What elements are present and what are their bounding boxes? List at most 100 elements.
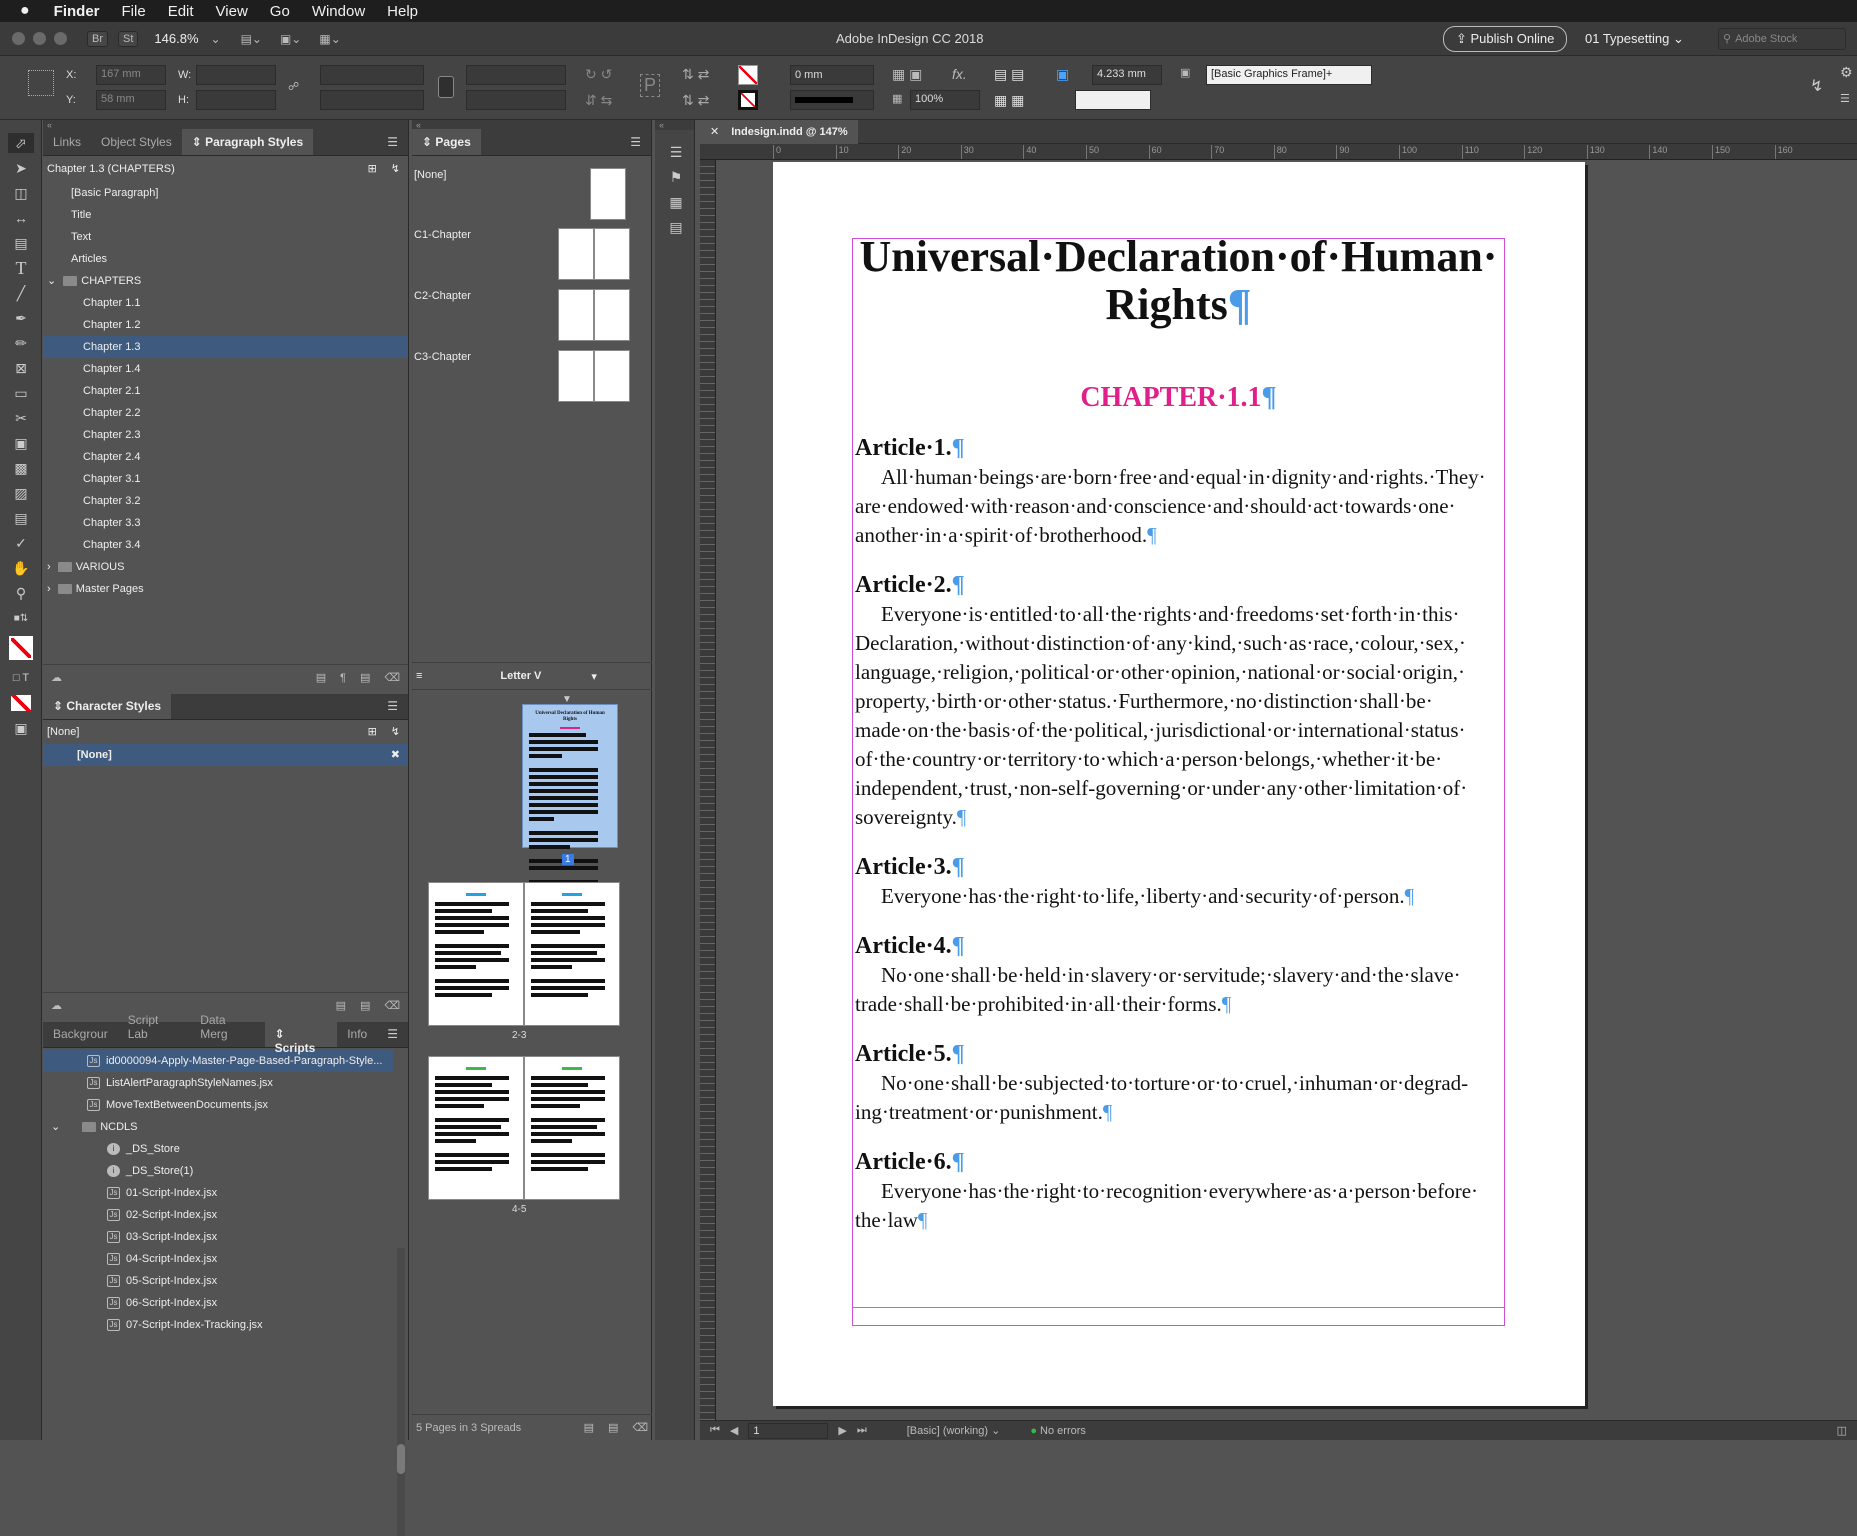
menu-help[interactable]: Help	[387, 3, 418, 20]
free-transform-tool-icon[interactable]: ▣	[8, 433, 34, 453]
scale-x-field[interactable]	[320, 65, 424, 85]
paragraph-style-item[interactable]: Chapter 3.3	[43, 512, 408, 534]
reference-point-icon[interactable]	[28, 70, 54, 96]
delete-page-icon[interactable]: ⌫	[632, 1421, 648, 1434]
page-tool-icon[interactable]: ◫	[8, 183, 34, 203]
rectangle-tool-icon[interactable]: ▭	[8, 383, 34, 403]
chevron-right-icon[interactable]: ›	[47, 583, 54, 595]
new-page-icon[interactable]: ▤	[608, 1421, 618, 1434]
paragraph-style-item[interactable]: Chapter 1.3	[43, 336, 408, 358]
bridge-button[interactable]: Br	[87, 30, 108, 47]
paragraph-style-item[interactable]: Chapter 1.1	[43, 292, 408, 314]
last-page-icon[interactable]: ⏭	[857, 1424, 867, 1437]
master-c2-chapter[interactable]: C2-Chapter	[414, 285, 640, 341]
panel-menu-icon[interactable]: ☰	[377, 693, 408, 719]
panel-menu-icon[interactable]: ☰	[1840, 92, 1850, 105]
horizontal-ruler[interactable]: 0 10 20 30 40 50 60 70 80 90 100 110 120 130 140 150 160	[700, 144, 1857, 160]
panel-menu-icon[interactable]: ☰	[620, 129, 651, 155]
paragraph-style-item[interactable]: Chapter 3.4	[43, 534, 408, 556]
delete-icon[interactable]: ⌫	[384, 671, 400, 684]
bookmark-icon[interactable]: ⚑	[663, 167, 689, 187]
lightning-icon[interactable]: ↯	[1810, 76, 1823, 96]
script-item[interactable]: Js 01-Script-Index.jsx	[43, 1182, 393, 1204]
page-4-thumbnail[interactable]	[428, 1056, 524, 1200]
selection-tool-icon[interactable]: ⬀	[8, 133, 34, 153]
split-window-icon[interactable]: ◫	[1837, 1424, 1847, 1437]
x-field[interactable]: 167 mm	[96, 65, 166, 85]
script-item[interactable]: Js 05-Script-Index.jsx	[43, 1270, 393, 1292]
master-none[interactable]: [None]	[414, 164, 640, 220]
article-text[interactable]: No·one·shall·be·subjected·to·torture·or·…	[855, 1069, 1502, 1127]
delete-icon[interactable]: ⌫	[384, 999, 400, 1012]
type-tool-icon[interactable]: T	[8, 258, 34, 278]
new-style-icon[interactable]: ▤	[360, 999, 370, 1012]
content-collector-icon[interactable]: ▤	[8, 233, 34, 253]
paragraph-style-item[interactable]: Chapter 3.2	[43, 490, 408, 512]
text-frame[interactable]: Universal·Declaration·of·Human· Rights¶ …	[852, 233, 1505, 1326]
frame-fitting-icon[interactable]: ▦ ▣	[892, 66, 922, 83]
script-item[interactable]: Js MoveTextBetweenDocuments.jsx	[43, 1094, 393, 1116]
menu-edit[interactable]: Edit	[168, 3, 194, 20]
select-content-icon[interactable]: ⇅ ⇄	[682, 92, 709, 109]
scripts-scrollbar[interactable]	[397, 1248, 405, 1536]
pencil-tool-icon[interactable]: ✏	[8, 333, 34, 353]
page-3-thumbnail[interactable]	[524, 882, 620, 1026]
arrange-documents-icon[interactable]: ▦⌄	[319, 32, 340, 46]
paragraph-style-item[interactable]: Text	[43, 226, 408, 248]
new-style-icon[interactable]: ▤	[360, 671, 370, 684]
article-text[interactable]: No·one·shall·be·held·in·slavery·or·servi…	[855, 961, 1502, 1019]
close-icon[interactable]: ✕	[710, 125, 719, 138]
object-style-dropdown[interactable]: [Basic Graphics Frame]+	[1206, 65, 1372, 85]
rectangle-frame-tool-icon[interactable]: ⊠	[8, 358, 34, 378]
apple-icon[interactable]: ●	[20, 2, 30, 20]
no-errors-status[interactable]: ● No errors	[1030, 1425, 1086, 1437]
chevron-down-icon[interactable]: ⌄	[211, 32, 221, 46]
clear-icon[interactable]: ✖	[391, 744, 400, 766]
cloud-icon[interactable]: ☁	[51, 671, 62, 684]
article-heading[interactable]: Article·2.¶	[855, 570, 1502, 600]
menu-go[interactable]: Go	[270, 3, 290, 20]
tab-links[interactable]: Links	[43, 129, 91, 155]
gradient-feather-tool-icon[interactable]: ▨	[8, 483, 34, 503]
article-heading[interactable]: Article·5.¶	[855, 1039, 1502, 1069]
workspace-switcher[interactable]: 01 Typesetting ⌄	[1585, 31, 1684, 47]
script-item[interactable]: Js ListAlertParagraphStyleNames.jsx	[43, 1072, 393, 1094]
menu-file[interactable]: File	[122, 3, 146, 20]
paragraph-style-item[interactable]: Articles	[43, 248, 408, 270]
fill-stroke-icon[interactable]	[8, 633, 34, 663]
screen-mode-icon[interactable]: ▣⌄	[280, 32, 301, 46]
tab-scripts[interactable]: ⇕ Scripts	[264, 1021, 338, 1055]
grip-icon[interactable]: ≡	[416, 670, 422, 682]
paragraph-style-item[interactable]: › VARIOUS	[43, 556, 408, 578]
text-wrap-icons[interactable]: ▤ ▤	[994, 66, 1024, 83]
h-field[interactable]	[196, 90, 276, 110]
swatches-icon[interactable]: ▦	[663, 192, 689, 212]
paragraph-style-item[interactable]: Chapter 3.1	[43, 468, 408, 490]
shear-field[interactable]	[466, 90, 566, 110]
pen-tool-icon[interactable]: ✒	[8, 308, 34, 328]
layers-icon[interactable]: ☰	[663, 142, 689, 162]
page-1-thumbnail[interactable]: Universal Declaration of Human Rights	[522, 704, 618, 891]
close-window-button[interactable]	[12, 32, 25, 45]
new-group-icon[interactable]: ▤	[316, 671, 326, 684]
master-c1-chapter[interactable]: C1-Chapter	[414, 224, 640, 280]
tab-data-merge[interactable]: Data Merg	[190, 1007, 264, 1047]
lightning-icon[interactable]: ↯	[391, 721, 400, 743]
paragraph-style-item[interactable]: Chapter 2.3	[43, 424, 408, 446]
paragraph-style-item[interactable]: Chapter 1.4	[43, 358, 408, 380]
stroke-type-dropdown[interactable]	[790, 90, 874, 110]
chevron-down-icon[interactable]: ⌄	[47, 275, 59, 287]
y-field[interactable]: 58 mm	[96, 90, 166, 110]
paragraph-style-item[interactable]: [Basic Paragraph]	[43, 182, 408, 204]
page-5-thumbnail[interactable]	[524, 1056, 620, 1200]
formatting-container-icon[interactable]: □ T	[8, 668, 34, 688]
tab-script-label[interactable]: Script Lab	[118, 1007, 191, 1047]
tab-pages[interactable]: ⇕ Pages	[412, 129, 481, 155]
article-text[interactable]: All·human·beings·are·born·free·and·equal…	[855, 463, 1502, 550]
paragraph-style-item[interactable]: Chapter 2.2	[43, 402, 408, 424]
article-heading[interactable]: Article·3.¶	[855, 852, 1502, 882]
page-2-thumbnail[interactable]	[428, 882, 524, 1026]
script-item[interactable]: Js 03-Script-Index.jsx	[43, 1226, 393, 1248]
stroke-swatch[interactable]	[738, 90, 758, 110]
flip-icons[interactable]: ⇵ ⇆	[585, 92, 612, 109]
